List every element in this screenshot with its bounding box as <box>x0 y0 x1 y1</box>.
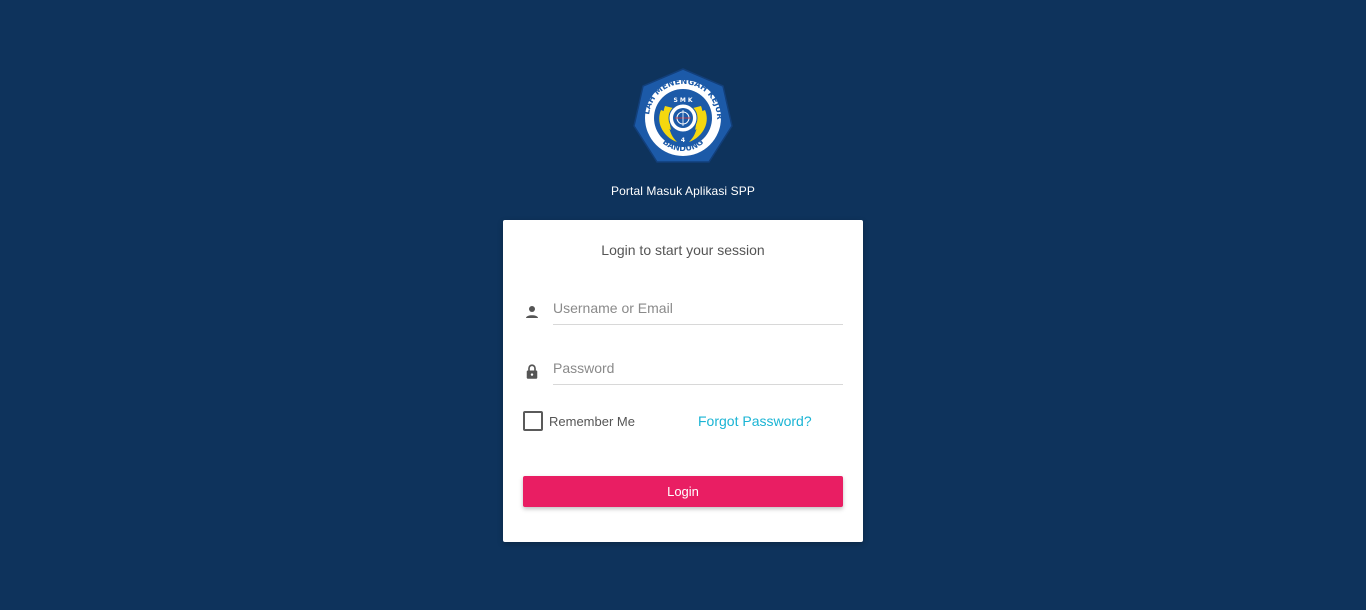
username-field <box>523 291 843 331</box>
login-card: Login to start your session Username or … <box>503 220 863 542</box>
remember-me-label: Remember Me <box>549 413 635 429</box>
login-button[interactable]: Login <box>523 476 843 507</box>
forgot-password-link[interactable]: Forgot Password? <box>698 413 812 429</box>
svg-text:S M K: S M K <box>673 97 692 104</box>
school-logo-emblem: SEKOLAH MENENGAH KEJURUAN BANDUNG S M K … <box>628 58 733 163</box>
person-icon <box>523 303 541 321</box>
svg-text:4: 4 <box>681 137 685 144</box>
lock-icon <box>523 363 541 381</box>
portal-title: Portal Masuk Aplikasi SPP <box>611 184 755 198</box>
password-field <box>523 351 843 391</box>
password-input[interactable] <box>553 351 843 385</box>
remember-me-checkbox[interactable] <box>523 411 543 431</box>
school-logo: SEKOLAH MENENGAH KEJURUAN BANDUNG S M K … <box>628 58 735 170</box>
remember-me[interactable]: Remember Me <box>523 411 635 431</box>
login-page: SEKOLAH MENENGAH KEJURUAN BANDUNG S M K … <box>0 0 1366 610</box>
login-card-title: Login to start your session <box>601 242 765 258</box>
username-input[interactable] <box>553 291 843 325</box>
